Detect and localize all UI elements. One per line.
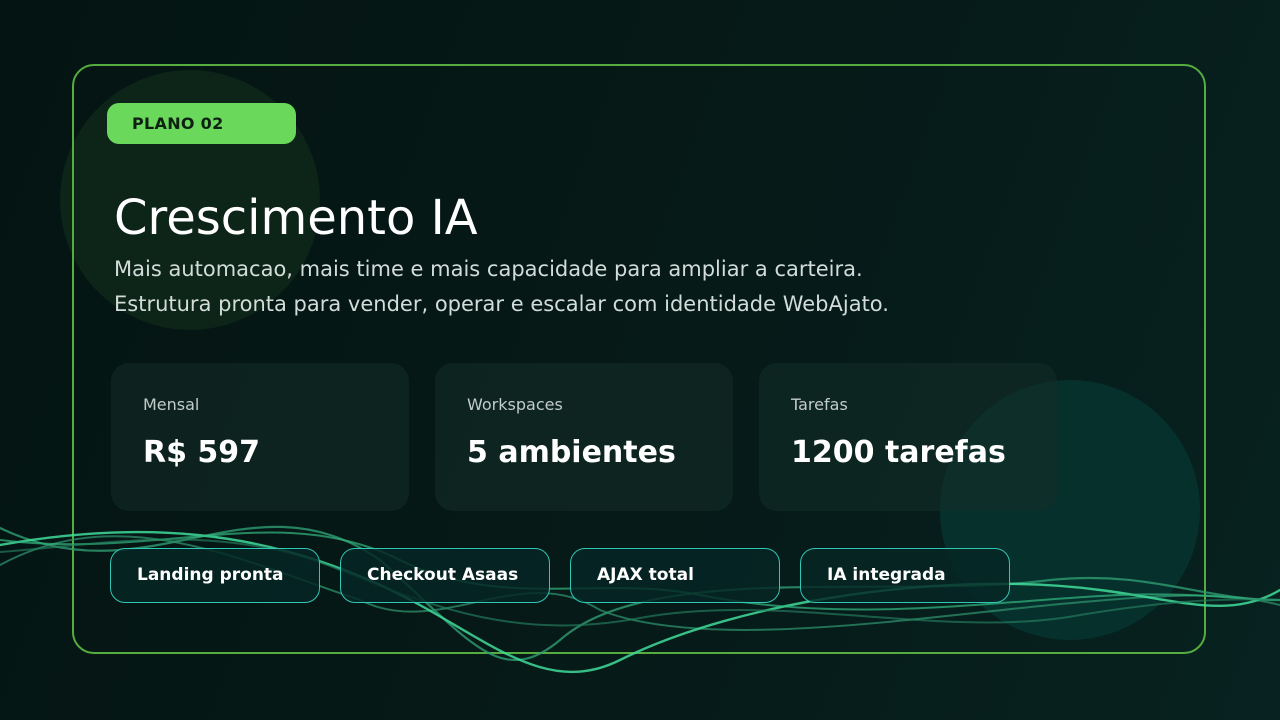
feature-chip-ajax: AJAX total (570, 548, 780, 603)
feature-chip-ia: IA integrada (800, 548, 1010, 603)
plan-description-line-2: Estrutura pronta para vender, operar e e… (114, 292, 889, 316)
stat-value: R$ 597 (143, 435, 261, 470)
plan-title: Crescimento IA (114, 190, 478, 246)
plan-badge: PLANO 02 (107, 103, 296, 144)
stat-card-monthly: Mensal R$ 597 (111, 363, 409, 511)
plan-description: Mais automacao, mais time e mais capacid… (114, 252, 1014, 322)
feature-chip-landing: Landing pronta (110, 548, 320, 603)
stat-card-tasks: Tarefas 1200 tarefas (759, 363, 1057, 511)
stat-value: 5 ambientes (467, 435, 676, 470)
stat-card-workspaces: Workspaces 5 ambientes (435, 363, 733, 511)
plan-description-line-1: Mais automacao, mais time e mais capacid… (114, 257, 863, 281)
stat-label: Mensal (143, 395, 200, 414)
stat-value: 1200 tarefas (791, 435, 1006, 470)
stat-label: Tarefas (791, 395, 848, 414)
feature-chip-checkout: Checkout Asaas (340, 548, 550, 603)
stat-label: Workspaces (467, 395, 563, 414)
